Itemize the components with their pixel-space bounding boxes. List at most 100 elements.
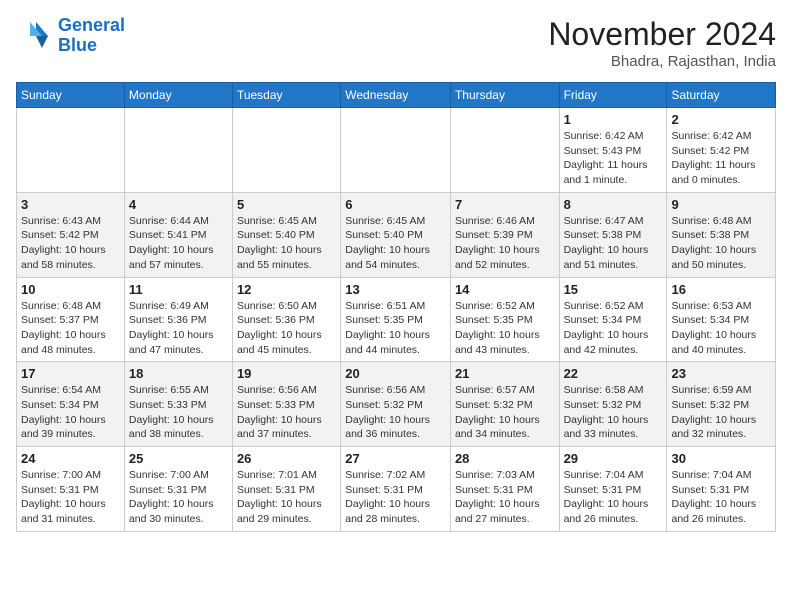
calendar-week-row: 3 Sunrise: 6:43 AM Sunset: 5:42 PM Daylig… xyxy=(17,192,776,277)
calendar-day-cell: 27 Sunrise: 7:02 AM Sunset: 5:31 PM Dayli… xyxy=(341,447,451,532)
day-number: 30 xyxy=(671,451,771,466)
calendar-day-cell: 6 Sunrise: 6:45 AM Sunset: 5:40 PM Daylig… xyxy=(341,192,451,277)
weekday-header: Thursday xyxy=(450,83,559,108)
day-detail: Sunrise: 6:58 AM Sunset: 5:32 PM Dayligh… xyxy=(564,383,663,442)
weekday-header-row: SundayMondayTuesdayWednesdayThursdayFrid… xyxy=(17,83,776,108)
day-detail: Sunrise: 6:53 AM Sunset: 5:34 PM Dayligh… xyxy=(671,299,771,358)
day-number: 7 xyxy=(455,197,555,212)
calendar-day-cell xyxy=(450,108,559,193)
day-detail: Sunrise: 6:48 AM Sunset: 5:37 PM Dayligh… xyxy=(21,299,120,358)
calendar-day-cell: 17 Sunrise: 6:54 AM Sunset: 5:34 PM Dayli… xyxy=(17,362,125,447)
calendar-day-cell: 12 Sunrise: 6:50 AM Sunset: 5:36 PM Dayli… xyxy=(232,277,340,362)
day-number: 16 xyxy=(671,282,771,297)
day-detail: Sunrise: 6:44 AM Sunset: 5:41 PM Dayligh… xyxy=(129,214,228,273)
day-number: 18 xyxy=(129,366,228,381)
calendar-day-cell: 23 Sunrise: 6:59 AM Sunset: 5:32 PM Dayli… xyxy=(667,362,776,447)
day-number: 27 xyxy=(345,451,446,466)
day-detail: Sunrise: 7:04 AM Sunset: 5:31 PM Dayligh… xyxy=(564,468,663,527)
day-detail: Sunrise: 6:50 AM Sunset: 5:36 PM Dayligh… xyxy=(237,299,336,358)
day-number: 12 xyxy=(237,282,336,297)
day-number: 19 xyxy=(237,366,336,381)
day-number: 20 xyxy=(345,366,446,381)
day-detail: Sunrise: 6:57 AM Sunset: 5:32 PM Dayligh… xyxy=(455,383,555,442)
calendar-day-cell xyxy=(341,108,451,193)
calendar-day-cell: 13Sunrise: 6:51 AM Sunset: 5:35 PM Dayli… xyxy=(341,277,451,362)
calendar-week-row: 17 Sunrise: 6:54 AM Sunset: 5:34 PM Dayli… xyxy=(17,362,776,447)
day-detail: Sunrise: 7:03 AM Sunset: 5:31 PM Dayligh… xyxy=(455,468,555,527)
day-number: 2 xyxy=(671,112,771,127)
day-number: 21 xyxy=(455,366,555,381)
calendar-day-cell: 4 Sunrise: 6:44 AM Sunset: 5:41 PM Daylig… xyxy=(124,192,232,277)
calendar-day-cell: 14 Sunrise: 6:52 AM Sunset: 5:35 PM Dayli… xyxy=(450,277,559,362)
calendar-day-cell: 5 Sunrise: 6:45 AM Sunset: 5:40 PM Daylig… xyxy=(232,192,340,277)
calendar-day-cell: 7 Sunrise: 6:46 AM Sunset: 5:39 PM Daylig… xyxy=(450,192,559,277)
calendar-day-cell: 10Sunrise: 6:48 AM Sunset: 5:37 PM Dayli… xyxy=(17,277,125,362)
day-number: 17 xyxy=(21,366,120,381)
day-detail: Sunrise: 6:42 AM Sunset: 5:42 PM Dayligh… xyxy=(671,129,771,188)
day-detail: Sunrise: 6:55 AM Sunset: 5:33 PM Dayligh… xyxy=(129,383,228,442)
day-detail: Sunrise: 6:43 AM Sunset: 5:42 PM Dayligh… xyxy=(21,214,120,273)
day-number: 3 xyxy=(21,197,120,212)
day-detail: Sunrise: 7:02 AM Sunset: 5:31 PM Dayligh… xyxy=(345,468,446,527)
day-detail: Sunrise: 6:49 AM Sunset: 5:36 PM Dayligh… xyxy=(129,299,228,358)
calendar-day-cell: 29 Sunrise: 7:04 AM Sunset: 5:31 PM Dayli… xyxy=(559,447,667,532)
day-detail: Sunrise: 6:52 AM Sunset: 5:35 PM Dayligh… xyxy=(455,299,555,358)
day-detail: Sunrise: 6:45 AM Sunset: 5:40 PM Dayligh… xyxy=(345,214,446,273)
calendar-day-cell: 24Sunrise: 7:00 AM Sunset: 5:31 PM Dayli… xyxy=(17,447,125,532)
day-detail: Sunrise: 7:00 AM Sunset: 5:31 PM Dayligh… xyxy=(21,468,120,527)
calendar-day-cell: 26 Sunrise: 7:01 AM Sunset: 5:31 PM Dayli… xyxy=(232,447,340,532)
logo: General Blue xyxy=(16,16,125,56)
day-number: 1 xyxy=(564,112,663,127)
calendar-day-cell: 25Sunrise: 7:00 AM Sunset: 5:31 PM Dayli… xyxy=(124,447,232,532)
day-detail: Sunrise: 6:56 AM Sunset: 5:32 PM Dayligh… xyxy=(345,383,446,442)
calendar-day-cell: 1 Sunrise: 6:42 AM Sunset: 5:43 PM Daylig… xyxy=(559,108,667,193)
day-number: 29 xyxy=(564,451,663,466)
day-number: 14 xyxy=(455,282,555,297)
calendar-week-row: 24Sunrise: 7:00 AM Sunset: 5:31 PM Dayli… xyxy=(17,447,776,532)
logo-line2: Blue xyxy=(58,35,97,55)
calendar-day-cell: 11 Sunrise: 6:49 AM Sunset: 5:36 PM Dayli… xyxy=(124,277,232,362)
day-detail: Sunrise: 7:01 AM Sunset: 5:31 PM Dayligh… xyxy=(237,468,336,527)
calendar-day-cell: 19 Sunrise: 6:56 AM Sunset: 5:33 PM Dayli… xyxy=(232,362,340,447)
day-detail: Sunrise: 6:47 AM Sunset: 5:38 PM Dayligh… xyxy=(564,214,663,273)
logo-icon xyxy=(16,18,52,54)
day-number: 28 xyxy=(455,451,555,466)
calendar-day-cell xyxy=(232,108,340,193)
day-detail: Sunrise: 6:48 AM Sunset: 5:38 PM Dayligh… xyxy=(671,214,771,273)
day-detail: Sunrise: 6:42 AM Sunset: 5:43 PM Dayligh… xyxy=(564,129,663,188)
weekday-header: Monday xyxy=(124,83,232,108)
calendar-day-cell: 28 Sunrise: 7:03 AM Sunset: 5:31 PM Dayli… xyxy=(450,447,559,532)
calendar-week-row: 1 Sunrise: 6:42 AM Sunset: 5:43 PM Daylig… xyxy=(17,108,776,193)
day-number: 15 xyxy=(564,282,663,297)
day-number: 23 xyxy=(671,366,771,381)
day-detail: Sunrise: 6:56 AM Sunset: 5:33 PM Dayligh… xyxy=(237,383,336,442)
logo-line1: General xyxy=(58,15,125,35)
calendar-day-cell: 30 Sunrise: 7:04 AM Sunset: 5:31 PM Dayli… xyxy=(667,447,776,532)
calendar-day-cell: 15Sunrise: 6:52 AM Sunset: 5:34 PM Dayli… xyxy=(559,277,667,362)
day-number: 5 xyxy=(237,197,336,212)
weekday-header: Saturday xyxy=(667,83,776,108)
day-number: 6 xyxy=(345,197,446,212)
day-number: 11 xyxy=(129,282,228,297)
calendar-day-cell xyxy=(124,108,232,193)
calendar-day-cell: 8Sunrise: 6:47 AM Sunset: 5:38 PM Daylig… xyxy=(559,192,667,277)
month-title: November 2024 xyxy=(548,16,776,53)
calendar-day-cell: 9 Sunrise: 6:48 AM Sunset: 5:38 PM Daylig… xyxy=(667,192,776,277)
day-number: 4 xyxy=(129,197,228,212)
day-detail: Sunrise: 6:54 AM Sunset: 5:34 PM Dayligh… xyxy=(21,383,120,442)
day-number: 9 xyxy=(671,197,771,212)
location-subtitle: Bhadra, Rajasthan, India xyxy=(548,53,776,70)
day-detail: Sunrise: 6:59 AM Sunset: 5:32 PM Dayligh… xyxy=(671,383,771,442)
day-detail: Sunrise: 6:45 AM Sunset: 5:40 PM Dayligh… xyxy=(237,214,336,273)
calendar-day-cell: 2 Sunrise: 6:42 AM Sunset: 5:42 PM Daylig… xyxy=(667,108,776,193)
calendar-day-cell xyxy=(17,108,125,193)
calendar-day-cell: 18 Sunrise: 6:55 AM Sunset: 5:33 PM Dayli… xyxy=(124,362,232,447)
calendar-day-cell: 21 Sunrise: 6:57 AM Sunset: 5:32 PM Dayli… xyxy=(450,362,559,447)
calendar-week-row: 10Sunrise: 6:48 AM Sunset: 5:37 PM Dayli… xyxy=(17,277,776,362)
day-detail: Sunrise: 6:46 AM Sunset: 5:39 PM Dayligh… xyxy=(455,214,555,273)
calendar-day-cell: 20 Sunrise: 6:56 AM Sunset: 5:32 PM Dayli… xyxy=(341,362,451,447)
day-detail: Sunrise: 7:04 AM Sunset: 5:31 PM Dayligh… xyxy=(671,468,771,527)
title-block: November 2024 Bhadra, Rajasthan, India xyxy=(548,16,776,70)
page-header: General Blue November 2024 Bhadra, Rajas… xyxy=(16,16,776,70)
day-number: 26 xyxy=(237,451,336,466)
